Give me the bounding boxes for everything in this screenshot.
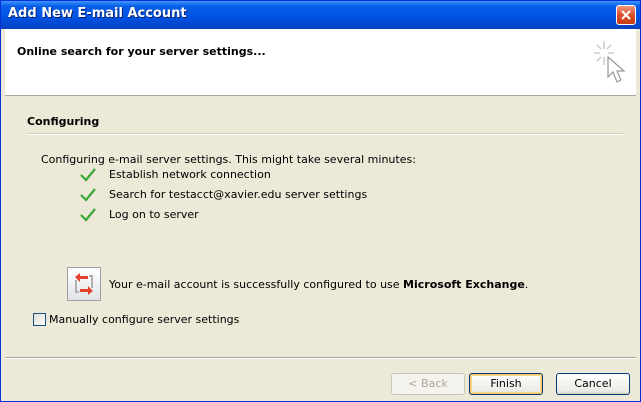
back-button[interactable]: < Back [391,373,465,395]
status-text: Configuring e-mail server settings. This… [41,153,416,166]
manual-config-checkbox[interactable] [33,313,46,326]
close-button[interactable] [616,5,636,25]
window-title: Add New E-mail Account [8,6,187,21]
checkmark-icon [80,168,96,182]
manual-config-label[interactable]: Manually configure server settings [49,313,239,326]
step-label: Log on to server [109,208,199,221]
wizard-header: Online search for your server settings..… [5,29,636,96]
cursor-sparkle-icon [594,41,626,83]
exchange-icon [67,267,101,301]
finish-button[interactable]: Finish [469,373,543,395]
success-prefix: Your e-mail account is successfully conf… [109,278,404,291]
success-text: Your e-mail account is successfully conf… [109,278,528,291]
header-title: Online search for your server settings..… [17,45,266,58]
add-email-account-dialog: Add New E-mail Account Online search for… [0,0,641,402]
checkmark-icon [80,208,96,222]
close-icon [621,10,631,20]
cancel-button[interactable]: Cancel [556,373,630,395]
section-title: Configuring [27,115,100,128]
product-name: Microsoft Exchange [403,278,525,291]
success-suffix: . [524,278,529,291]
checkmark-icon [80,188,96,202]
section-divider [27,133,623,135]
footer-divider [5,357,636,359]
step-label: Search for testacct@xavier.edu server se… [109,188,368,201]
title-bar[interactable]: Add New E-mail Account [1,1,640,29]
step-label: Establish network connection [109,168,271,181]
